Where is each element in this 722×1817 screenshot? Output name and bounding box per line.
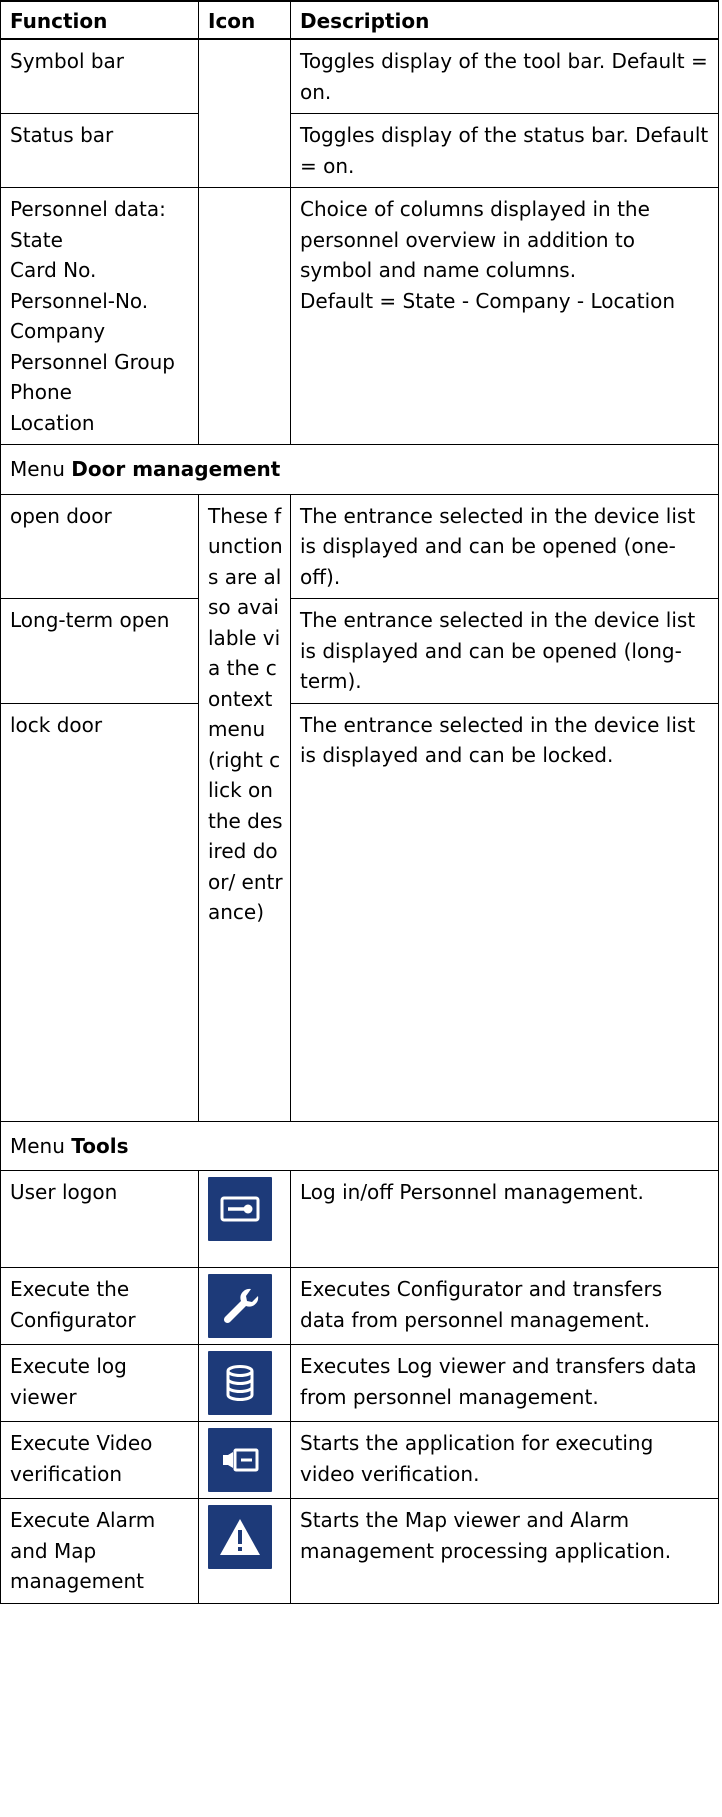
table-row: Personnel data: State Card No. Personnel… bbox=[0, 187, 719, 445]
description-cell: Executes Log viewer and transfers data f… bbox=[290, 1344, 719, 1422]
description-cell: Executes Configurator and transfers data… bbox=[290, 1267, 719, 1345]
table-row: lock door The entrance selected in the d… bbox=[0, 702, 719, 1122]
function-cell: Execute the Configurator bbox=[0, 1267, 199, 1345]
section-name: Tools bbox=[71, 1133, 129, 1158]
description-cell: Starts the application for executing vid… bbox=[290, 1421, 719, 1499]
function-cell: open door bbox=[0, 493, 199, 599]
header-icon: Icon bbox=[198, 0, 291, 40]
section-heading: Menu Tools bbox=[0, 1120, 719, 1171]
table-row: Status bar Toggles display of the status… bbox=[0, 113, 719, 188]
section-prefix: Menu bbox=[10, 1133, 72, 1158]
function-cell: User logon bbox=[0, 1170, 199, 1268]
table-row: Execute Video verification Starts the ap… bbox=[0, 1421, 719, 1499]
description-cell: The entrance selected in the device list… bbox=[290, 493, 719, 599]
section-heading: Menu Door management bbox=[0, 444, 719, 495]
section-row-door-management: Menu Door management bbox=[0, 444, 719, 495]
table-row: Long-term open The entrance selected in … bbox=[0, 598, 719, 704]
table-row: open door These functions are also avail… bbox=[0, 493, 719, 1122]
table-row: Execute log viewer Executes Log viewer a… bbox=[0, 1344, 719, 1422]
description-cell: The entrance selected in the device list… bbox=[290, 598, 719, 704]
database-icon bbox=[208, 1351, 272, 1415]
section-prefix: Menu bbox=[10, 457, 72, 481]
icon-cell bbox=[198, 1498, 291, 1604]
table-row: Symbol bar Toggles display of the tool b… bbox=[0, 38, 719, 188]
function-cell: Personnel data: State Card No. Personnel… bbox=[0, 187, 199, 445]
icon-cell-empty bbox=[198, 187, 291, 445]
function-cell: Execute Alarm and Map management bbox=[0, 1498, 199, 1604]
wrench-icon bbox=[208, 1274, 272, 1338]
table-row: Execute the Configurator Executes Config… bbox=[0, 1267, 719, 1345]
header-description: Description bbox=[290, 0, 719, 40]
function-cell: Execute Video verification bbox=[0, 1421, 199, 1499]
description-cell: Toggles display of the status bar. Defau… bbox=[290, 113, 719, 188]
table-row: Execute Alarm and Map management Starts … bbox=[0, 1498, 719, 1604]
section-row-tools: Menu Tools bbox=[0, 1120, 719, 1171]
header-function: Function bbox=[0, 0, 199, 40]
description-cell: Toggles display of the tool bar. Default… bbox=[290, 38, 719, 114]
function-cell: Long-term open bbox=[0, 598, 199, 704]
function-table: Function Icon Description Symbol bar Tog… bbox=[0, 0, 719, 1604]
warning-icon bbox=[208, 1505, 272, 1569]
key-card-icon bbox=[208, 1177, 272, 1241]
icon-cell bbox=[198, 1170, 291, 1268]
icon-cell bbox=[198, 1344, 291, 1422]
function-cell: lock door bbox=[0, 702, 199, 1122]
section-name: Door management bbox=[71, 457, 281, 481]
description-cell: Log in/off Personnel management. bbox=[290, 1170, 719, 1268]
icon-cell bbox=[198, 1421, 291, 1499]
function-cell: Symbol bar bbox=[0, 38, 199, 114]
table-row: User logon Log in/off Personnel manageme… bbox=[0, 1170, 719, 1268]
description-cell: Choice of columns displayed in the perso… bbox=[290, 187, 719, 445]
description-cell: The entrance selected in the device list… bbox=[290, 702, 719, 1122]
description-cell: Starts the Map viewer and Alarm manageme… bbox=[290, 1498, 719, 1604]
icon-cell-empty bbox=[198, 38, 291, 188]
function-cell: Status bar bbox=[0, 113, 199, 188]
video-camera-icon bbox=[208, 1428, 272, 1492]
icon-cell bbox=[198, 1267, 291, 1345]
function-cell: Execute log viewer bbox=[0, 1344, 199, 1422]
icon-note-cell: These functions are also available via t… bbox=[198, 493, 291, 1122]
table-header-row: Function Icon Description bbox=[0, 0, 719, 40]
